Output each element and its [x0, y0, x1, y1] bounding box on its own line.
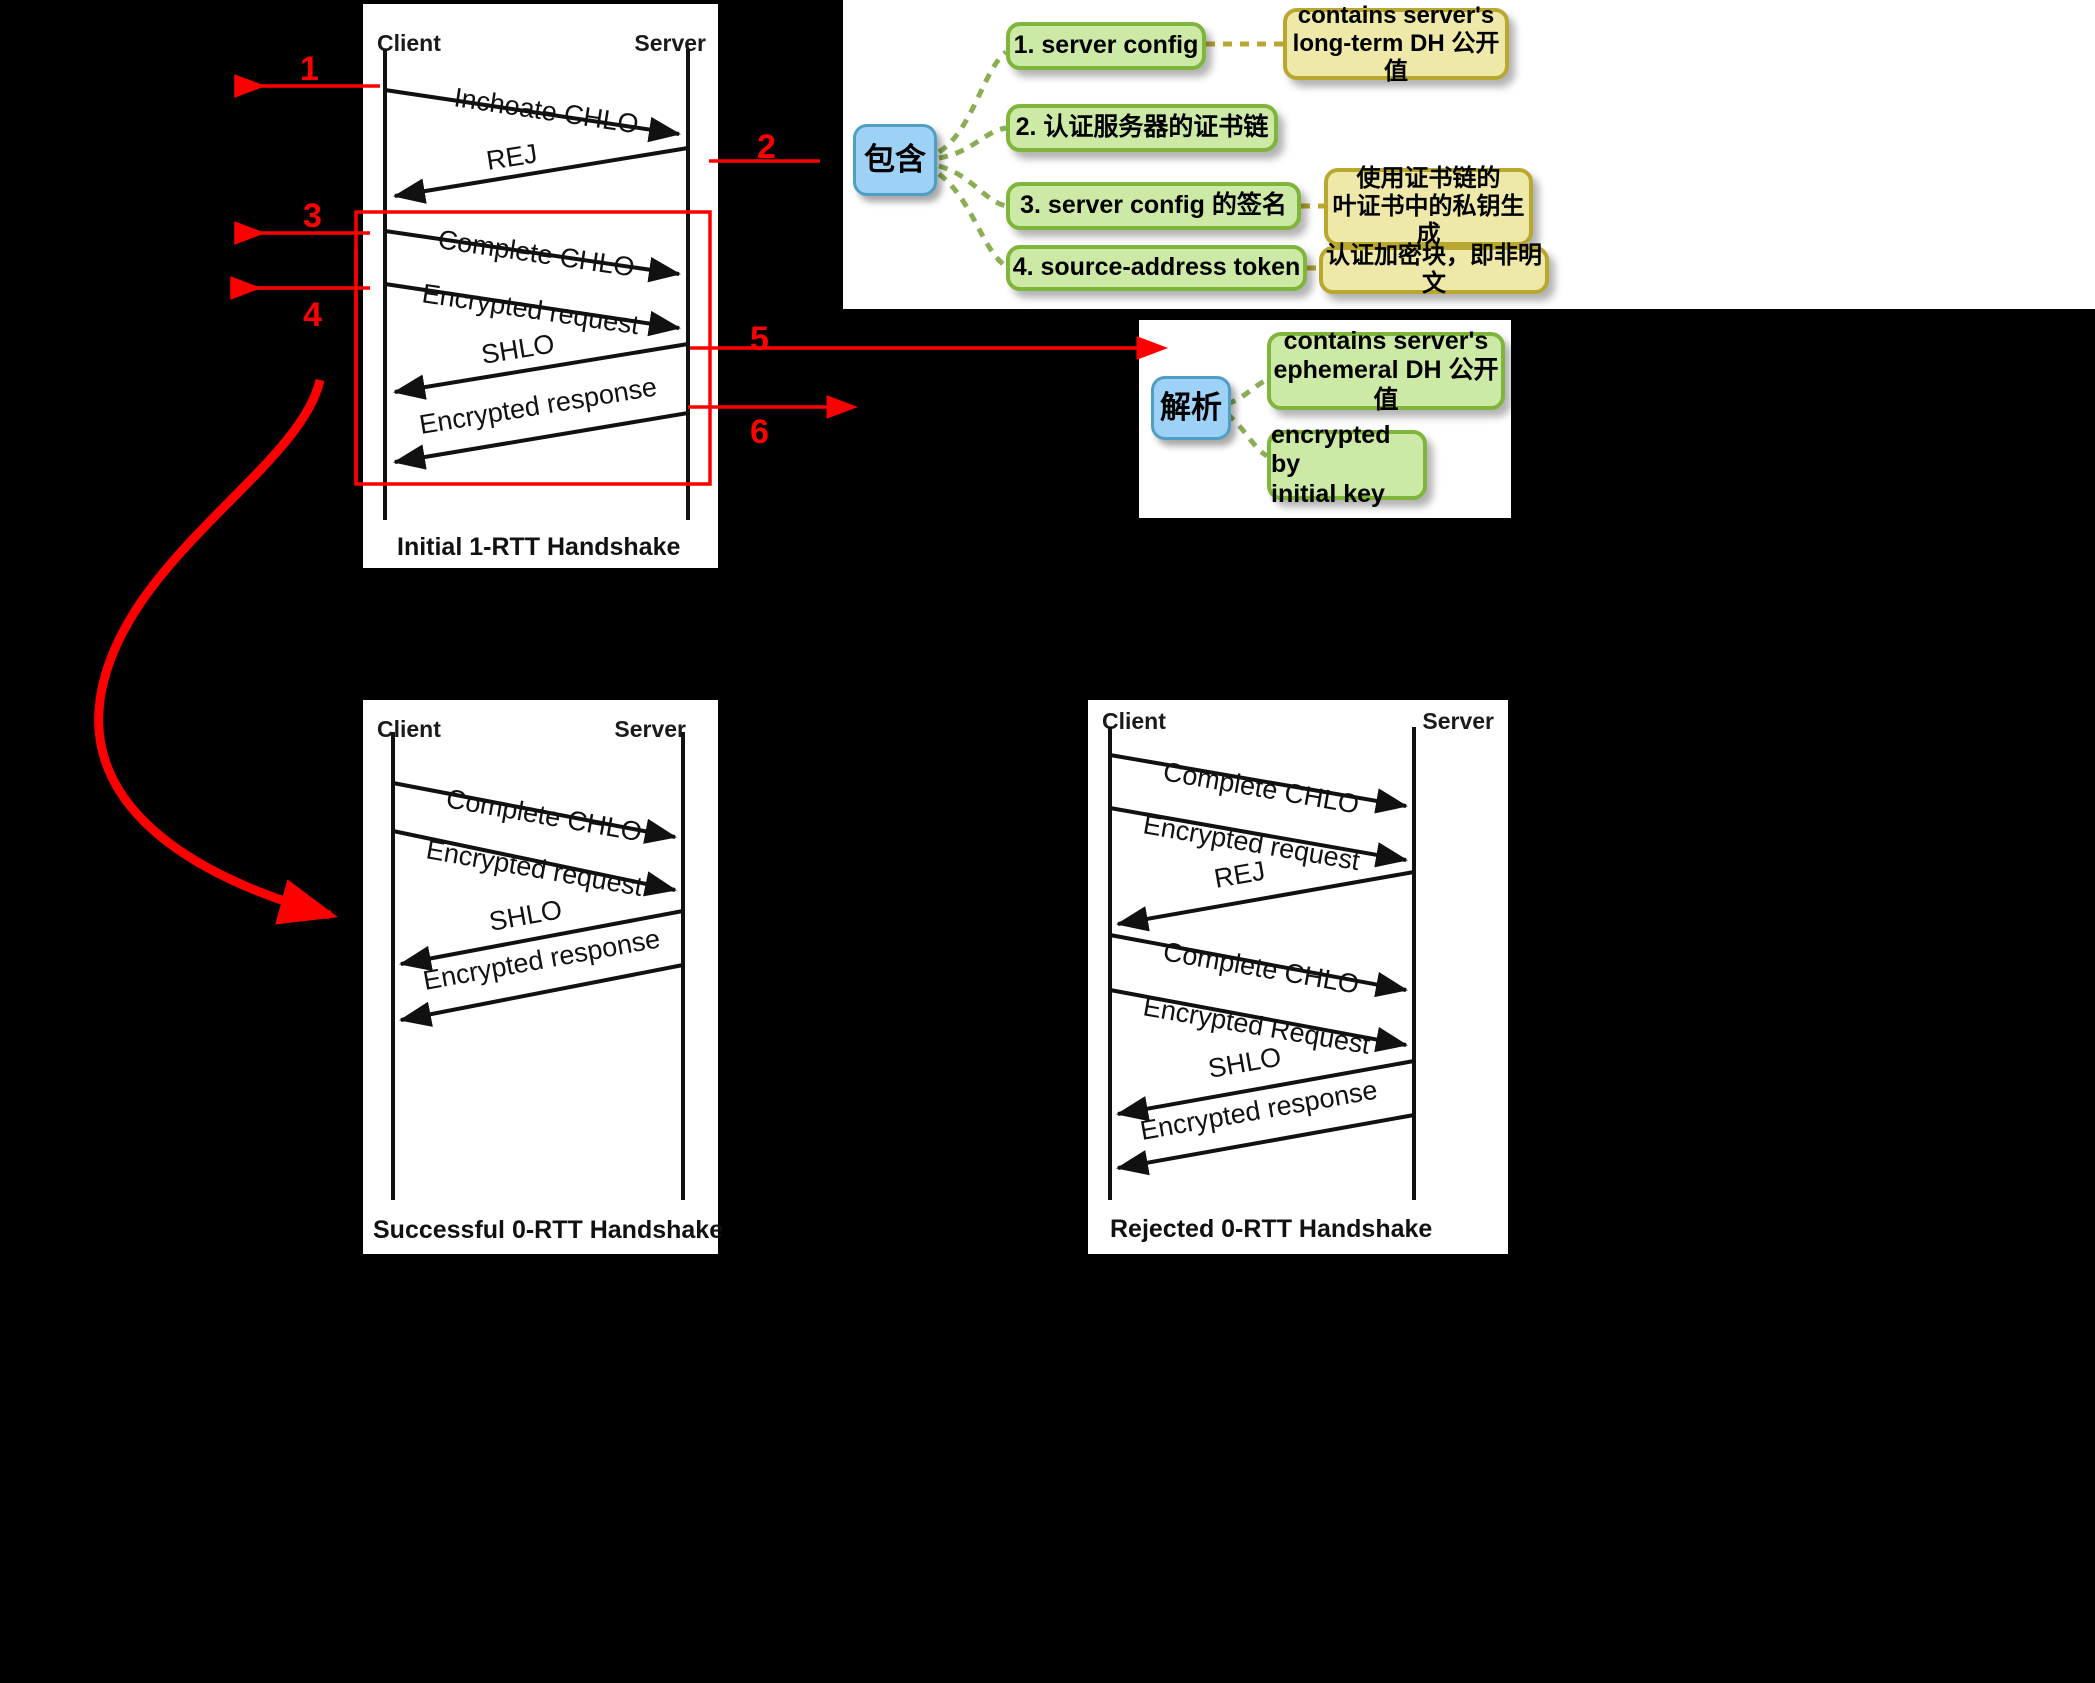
msg-shlo: SHLO: [479, 328, 556, 369]
s-msg-encrypted-request: Encrypted request: [424, 834, 645, 902]
successful-handshake-diagram: Client Server Successful 0-RTT Handshake…: [363, 700, 723, 1254]
r-msg-encrypted-response: Encrypted response: [1138, 1075, 1380, 1146]
step-marker-2: 2: [757, 128, 776, 166]
rejected-handshake-diagram: Client Server Rejected 0-RTT Handshake C…: [1088, 700, 1508, 1254]
parse-mindmap-panel: 解析 contains server's ephemeral DH 公开值 en…: [1139, 320, 1511, 518]
contains-item-1[interactable]: 1. server config: [1006, 22, 1206, 70]
contains-note-1-text: contains server's long-term DH 公开值: [1292, 1, 1500, 86]
contains-note-3-text: 使用证书链的 叶证书中的私钥生成: [1332, 164, 1525, 249]
s-msg-shlo: SHLO: [487, 894, 565, 937]
r-msg-shlo: SHLO: [1206, 1042, 1284, 1084]
s-msg-complete-chlo: Complete CHLO: [444, 783, 644, 847]
contains-item-4[interactable]: 4. source-address token: [1006, 245, 1307, 291]
contains-item-2[interactable]: 2. 认证服务器的证书链: [1006, 104, 1278, 152]
contains-note-4[interactable]: 认证加密块，即非明文: [1319, 242, 1549, 297]
parse-root-node[interactable]: 解析: [1151, 376, 1231, 440]
parse-item-1-text: contains server's ephemeral DH 公开值: [1273, 326, 1499, 414]
s-msg-encrypted-response: Encrypted response: [421, 923, 663, 995]
parse-item-2-text: encrypted by initial key: [1271, 420, 1391, 508]
step-marker-1: 1: [300, 50, 319, 88]
parse-item-1[interactable]: contains server's ephemeral DH 公开值: [1267, 327, 1505, 414]
r-msg-complete-chlo-2: Complete CHLO: [1161, 936, 1361, 999]
contains-note-4-text: 认证加密块，即非明文: [1326, 241, 1542, 297]
msg-inchoate-chlo: Inchoate CHLO: [452, 82, 640, 139]
success-diagram-svg: Complete CHLO Encrypted request SHLO Enc…: [391, 732, 685, 1200]
r-msg-complete-chlo-1: Complete CHLO: [1161, 756, 1361, 819]
initial-diagram-svg: Inchoate CHLO REJ Complete CHLO Encrypte…: [383, 49, 690, 520]
contains-item-3[interactable]: 3. server config 的签名: [1006, 182, 1301, 230]
step-marker-6: 6: [750, 413, 769, 451]
msg-complete-chlo: Complete CHLO: [436, 224, 636, 282]
contains-note-1[interactable]: contains server's long-term DH 公开值: [1283, 2, 1509, 85]
step-marker-4: 4: [303, 296, 322, 334]
step-marker-3: 3: [303, 197, 322, 235]
contains-root-node[interactable]: 包含: [853, 124, 937, 196]
reject-diagram-svg: Complete CHLO Encrypted request REJ Comp…: [1108, 727, 1416, 1200]
msg-rej: REJ: [484, 138, 539, 176]
contains-mindmap-panel: 包含 1. server config 2. 认证服务器的证书链 3. serv…: [843, 0, 2095, 309]
step-marker-5: 5: [750, 320, 769, 358]
parse-item-2[interactable]: encrypted by initial key: [1267, 421, 1427, 508]
r-msg-rej: REJ: [1212, 856, 1267, 894]
initial-handshake-diagram: Client Server Initial 1-RTT Handshake In…: [363, 4, 718, 568]
contains-note-3[interactable]: 使用证书链的 叶证书中的私钥生成: [1324, 165, 1533, 248]
